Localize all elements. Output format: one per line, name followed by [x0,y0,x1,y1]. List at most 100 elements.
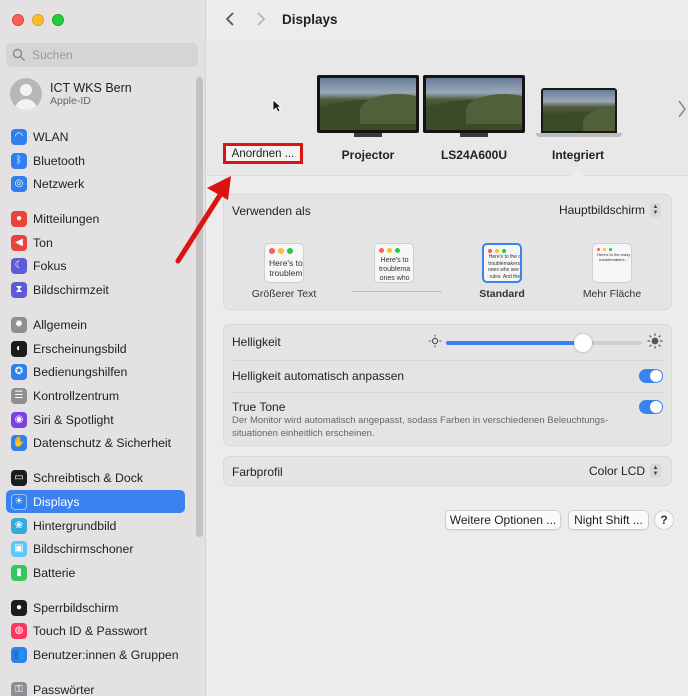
search-icon [12,48,26,62]
wallpaper-thumbnail [426,78,522,130]
search-input[interactable] [32,48,192,62]
sidebar-item-label: Siri & Spotlight [33,412,114,427]
sidebar-item-ton[interactable]: ◀ Ton [6,231,185,254]
brightness-label: Helligkeit [232,335,281,349]
monitor-integriert[interactable] [536,75,622,137]
monitor-projector[interactable] [317,75,419,137]
sidebar-item-datenschutz-sicherheit[interactable]: ✋ Datenschutz & Sicherheit [6,431,185,454]
sidebar-item-fokus[interactable]: ☾ Fokus [6,254,185,277]
arrange-button[interactable]: Anordnen ... [223,143,303,164]
toolbar: Displays [207,0,688,40]
sidebar-item-label: Bildschirmzeit [33,282,109,297]
screensaver-icon: ▣ [11,540,27,557]
apple-id-account[interactable]: ICT WKS Bern Apple-ID [10,78,132,110]
sidebar-item-label: Mitteilungen [33,211,100,226]
auto-brightness-toggle[interactable] [639,369,663,383]
resolution-preview: Here's to the c troublemakers. ones who se… [482,243,522,283]
sidebar-item-erscheinungsbild[interactable]: ◐ Erscheinungsbild [6,337,185,360]
sidebar-item-bildschirmschoner[interactable]: ▣ Bildschirmschoner [6,537,185,560]
sidebar-item-bluetooth[interactable]: ᛒ Bluetooth [6,149,185,172]
sidebar-item-mitteilungen[interactable]: ● Mitteilungen [6,207,185,230]
sidebar-item-kontrollzentrum[interactable]: ☰ Kontrollzentrum [6,384,185,407]
close-window-button[interactable] [12,14,24,26]
flower-icon: ❀ [11,517,27,534]
help-button[interactable]: ? [654,510,674,530]
sidebar-item-allgemein[interactable]: ✹ Allgemein [6,313,185,336]
accessibility-icon: ✪ [11,363,27,380]
back-button[interactable] [221,10,239,28]
sidebar-item-netzwerk[interactable]: ◎ Netzwerk [6,172,185,195]
sidebar-item-label: Bluetooth [33,153,85,168]
color-profile-label: Farbprofil [232,465,283,479]
forward-button[interactable] [252,10,270,28]
more-options-button[interactable]: Weitere Optionen ... [445,510,561,530]
sidebar-item-batterie[interactable]: ▮ Batterie [6,561,185,584]
divider [232,360,663,361]
sun-large-icon [647,333,663,349]
sun-icon: ☀ [11,493,27,510]
night-shift-button[interactable]: Night Shift ... [568,510,649,530]
sidebar-item-bildschirmzeit[interactable]: ⧗ Bildschirmzeit [6,278,185,301]
chevron-right-icon[interactable] [678,100,686,118]
sidebar-item-touch-id-passwort[interactable]: ◍ Touch ID & Passwort [6,619,185,642]
sidebar-item-label: Displays [33,494,80,509]
sidebar-item-label: Datenschutz & Sicherheit [33,435,172,450]
sidebar-item-label: Batterie [33,565,76,580]
color-profile-popup[interactable]: Color LCD ▲ ▼ [589,464,661,478]
sidebar-item-label: Kontrollzentrum [33,388,120,403]
page-title: Displays [282,12,338,27]
resolution-option-more-space[interactable]: Here's to the crazy troublemakers... Mehr… [570,243,654,300]
main-pane: Displays Anordnen ... Projector LS24A600… [207,0,688,696]
avatar [10,78,42,110]
brightness-slider-fill [446,341,584,345]
zoom-window-button[interactable] [52,14,64,26]
globe-icon: ◎ [11,175,27,192]
speaker-icon: ◀ [11,234,27,251]
use-as-popup[interactable]: Hauptbildschirm ▲ ▼ [559,203,661,217]
key-icon: ⚿ [11,681,27,696]
color-profile-value: Color LCD [588,464,645,478]
sidebar-item-bedienungshilfen[interactable]: ✪ Bedienungshilfen [6,360,185,383]
hourglass-icon: ⧗ [11,281,27,298]
sidebar-item-schreibtisch-dock[interactable]: ▭ Schreibtisch & Dock [6,466,185,489]
sidebar-item-label: Bildschirmschoner [33,541,134,556]
sidebar-item-sperrbildschirm[interactable]: ● Sperrbildschirm [6,596,185,619]
resolution-label: Größerer Text [251,288,317,300]
use-as-value: Hauptbildschirm [558,203,645,217]
resolution-option-larger-text[interactable]: Here's to troublem Größerer Text [244,243,324,300]
battery-icon: ▮ [11,564,27,581]
system-settings-window: ICT WKS Bern Apple-ID ◠ WLAN ᛒ Bluetooth ◎ Ne… [0,0,688,696]
sidebar-scrollbar[interactable] [196,77,203,537]
window-controls [12,14,64,26]
bluetooth-icon: ᛒ [11,152,27,169]
sidebar-item-passwörter[interactable]: ⚿ Passwörter [6,678,185,696]
updown-chevron-icon: ▲ ▼ [650,203,661,217]
sidebar: ICT WKS Bern Apple-ID ◠ WLAN ᛒ Bluetooth ◎ Ne… [0,0,206,696]
monitor-ls24a600u[interactable] [423,75,525,137]
divider [232,392,663,393]
sidebar-item-hintergrundbild[interactable]: ❀ Hintergrundbild [6,514,185,537]
sidebar-item-label: Ton [33,235,53,250]
sidebar-item-siri-spotlight[interactable]: ◉ Siri & Spotlight [6,408,185,431]
minimize-window-button[interactable] [32,14,44,26]
selected-display-indicator [569,168,585,176]
dock-icon: ▭ [11,469,27,486]
color-profile-section: Farbprofil Color LCD ▲ ▼ [223,456,672,486]
sidebar-item-benutzer-innen-gruppen[interactable]: 👥 Benutzer:innen & Gruppen [6,643,185,666]
sidebar-item-wlan[interactable]: ◠ WLAN [6,125,185,148]
true-tone-toggle[interactable] [639,400,663,414]
sidebar-item-displays[interactable]: ☀ Displays [6,490,185,513]
sidebar-item-label: Schreibtisch & Dock [33,470,144,485]
sidebar-item-label: Bedienungshilfen [33,364,128,379]
gear-icon: ✹ [11,316,27,333]
resolution-option-standard[interactable]: Here's to the c troublemakers. ones who se… [462,243,542,300]
resolution-option-2[interactable]: Here's to troublema ones who [352,243,442,292]
sidebar-item-label: Netzwerk [33,176,85,191]
search-field[interactable] [6,43,198,67]
sidebar-item-label: Erscheinungsbild [33,341,127,356]
account-subtitle: Apple-ID [50,94,91,107]
auto-brightness-label: Helligkeit automatisch anpassen [232,369,405,383]
display-arrangement-area: Anordnen ... Projector LS24A600U Integri… [207,40,688,176]
brightness-slider-knob[interactable] [574,334,593,352]
brightness-slider[interactable] [446,334,642,352]
